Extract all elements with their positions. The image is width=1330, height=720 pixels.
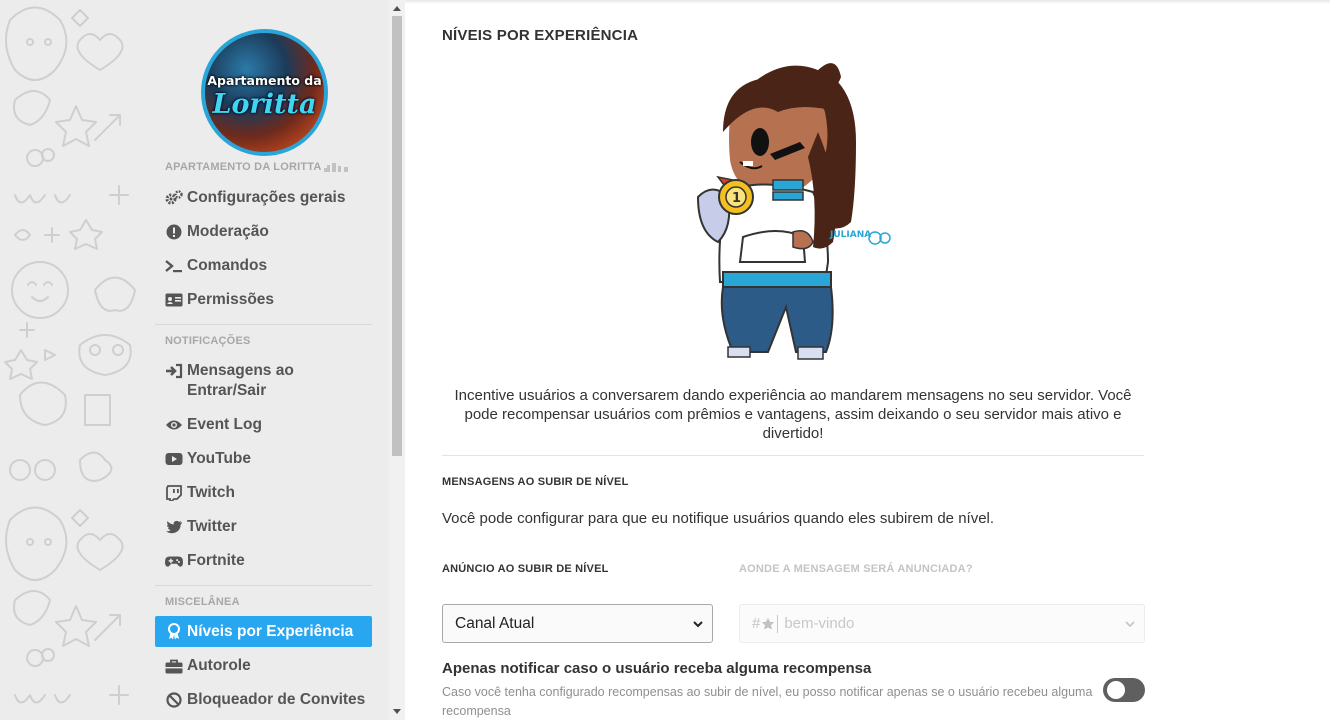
skyline-icon xyxy=(323,163,348,172)
sidebar-item-general-settings[interactable]: Configurações gerais xyxy=(155,188,372,208)
sidebar-item-moderation[interactable]: Moderação xyxy=(155,222,372,242)
gamepad-icon xyxy=(165,553,183,569)
section-divider xyxy=(442,455,1144,456)
server-avatar-title-line1: Apartamento da xyxy=(207,73,322,88)
scrollbar-thumb[interactable] xyxy=(392,16,402,456)
sidebar-scrollbar[interactable] xyxy=(389,0,405,720)
award-icon xyxy=(165,623,183,640)
twitch-icon xyxy=(165,485,183,501)
chevron-down-icon xyxy=(1125,621,1135,628)
sidebar-item-twitch[interactable]: Twitch xyxy=(155,483,372,503)
scroll-down-arrow-icon[interactable] xyxy=(393,709,401,714)
exclamation-circle-icon xyxy=(165,224,183,240)
briefcase-icon xyxy=(165,658,183,674)
sidebar-item-fortnite[interactable]: Fortnite xyxy=(155,551,372,571)
reward-only-description: Caso você tenha configurado recompensas … xyxy=(442,685,1093,718)
top-shadow xyxy=(405,0,1330,4)
sidebar-item-label: Bloqueador de Convites xyxy=(187,691,366,708)
reward-only-title: Apenas notificar caso o usuário receba a… xyxy=(442,660,872,677)
sidebar-item-label: YouTube xyxy=(187,450,251,467)
mascot-signature: JULIANA xyxy=(829,230,871,240)
sidebar-item-commands[interactable]: Comandos xyxy=(155,256,372,276)
svg-text:1: 1 xyxy=(732,191,741,206)
sidebar-item-permissions[interactable]: Permissões xyxy=(155,290,372,310)
sidebar-item-label: Comandos xyxy=(187,257,268,274)
id-card-icon xyxy=(165,292,183,308)
channel-separator xyxy=(777,614,779,633)
mascot-illustration: 1 JULIANA xyxy=(688,62,898,367)
chevron-down-icon xyxy=(693,621,703,628)
youtube-icon xyxy=(165,451,183,467)
levelup-section-description: Você pode configurar para que eu notifiq… xyxy=(442,510,995,527)
levelup-section-title: MENSAGENS AO SUBIR DE NÍVEL xyxy=(442,476,629,488)
sidebar: Apartamento da Loritta APARTAMENTO DA LO… xyxy=(0,0,390,720)
sidebar-item-autorole[interactable]: Autorole xyxy=(155,656,372,676)
gears-icon xyxy=(165,190,183,206)
sidebar-item-label: Mensagens ao Entrar/Sair xyxy=(187,362,294,399)
reward-only-toggle[interactable] xyxy=(1103,678,1145,702)
scroll-up-arrow-icon[interactable] xyxy=(393,6,401,11)
sidebar-item-label: Moderação xyxy=(187,223,269,240)
announcement-label: ANÚNCIO AO SUBIR DE NÍVEL xyxy=(442,563,609,575)
terminal-icon xyxy=(165,258,183,274)
sidebar-item-youtube[interactable]: YouTube xyxy=(155,449,372,469)
sidebar-item-label: Configurações gerais xyxy=(187,189,346,206)
sidebar-item-label: Event Log xyxy=(187,416,262,433)
channel-select[interactable]: # bem-vindo xyxy=(739,604,1145,643)
page-title: NÍVEIS POR EXPERIÊNCIA xyxy=(442,27,639,44)
sidebar-item-xp-levels[interactable]: Níveis por Experiência xyxy=(155,616,372,647)
section-title-server: APARTAMENTO DA LORITTA xyxy=(165,161,352,173)
eye-icon xyxy=(165,417,183,433)
sidebar-item-label: Fortnite xyxy=(187,552,245,569)
sidebar-item-label: Permissões xyxy=(187,291,275,308)
channel-select-value: bem-vindo xyxy=(784,615,855,632)
server-avatar[interactable]: Apartamento da Loritta xyxy=(201,29,328,156)
sidebar-item-invite-blocker[interactable]: Bloqueador de Convites xyxy=(155,690,372,710)
star-icon xyxy=(762,617,775,630)
sidebar-item-event-log[interactable]: Event Log xyxy=(155,415,372,435)
channel-label: AONDE A MENSAGEM SERÁ ANUNCIADA? xyxy=(739,563,973,575)
section-title-misc: MISCELÂNEA xyxy=(165,596,240,608)
sidebar-divider xyxy=(155,585,372,586)
sidebar-item-label: Autorole xyxy=(187,657,251,674)
sidebar-item-label: Níveis por Experiência xyxy=(187,622,354,640)
channel-hash-icon: # xyxy=(752,615,761,632)
sidebar-item-label: Twitter xyxy=(187,518,237,535)
announcement-select-value: Canal Atual xyxy=(455,614,535,632)
sign-in-icon xyxy=(165,363,183,379)
sidebar-item-label: Twitch xyxy=(187,484,235,501)
section-title-server-label: APARTAMENTO DA LORITTA xyxy=(165,161,322,173)
sidebar-divider xyxy=(155,324,372,325)
sidebar-item-join-leave[interactable]: Mensagens ao Entrar/Sair xyxy=(155,361,372,401)
section-title-notifications: NOTIFICAÇÕES xyxy=(165,335,251,347)
sidebar-item-twitter[interactable]: Twitter xyxy=(155,517,372,537)
twitter-icon xyxy=(165,519,183,535)
server-avatar-title-line2: Loritta xyxy=(212,89,317,120)
announcement-select[interactable]: Canal Atual xyxy=(442,604,713,643)
doodle-background xyxy=(0,0,150,720)
toggle-knob xyxy=(1107,681,1125,699)
ban-icon xyxy=(165,692,183,708)
intro-text: Incentive usuários a conversarem dando e… xyxy=(454,387,1132,442)
